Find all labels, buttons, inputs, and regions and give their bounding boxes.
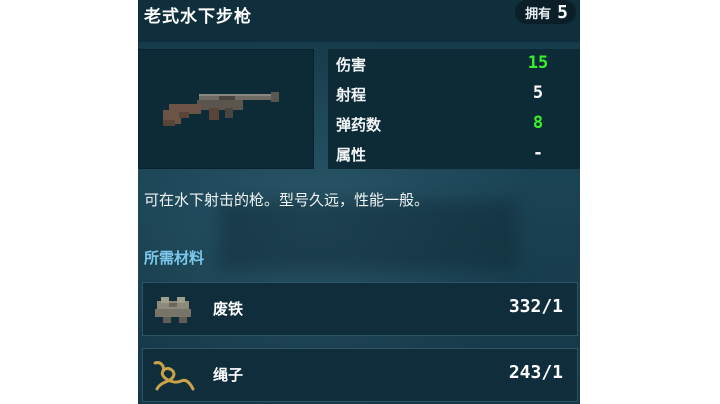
weapon-preview bbox=[138, 49, 314, 169]
owned-badge: 拥有 5 bbox=[515, 0, 576, 24]
material-name: 废铁 bbox=[213, 300, 244, 318]
stat-value: - bbox=[532, 143, 544, 163]
stat-label: 伤害 bbox=[336, 56, 367, 74]
stat-row-range: 射程 5 bbox=[328, 79, 580, 109]
stat-row-ammo: 弹药数 8 bbox=[328, 109, 580, 139]
material-name: 绳子 bbox=[213, 366, 244, 384]
material-row-scrap-iron[interactable]: 废铁 332/1 bbox=[142, 282, 578, 336]
stat-value: 15 bbox=[527, 53, 549, 73]
stats-table: 伤害 15 射程 5 弹药数 8 属性 - bbox=[328, 49, 580, 169]
owned-count: 5 bbox=[557, 1, 568, 23]
item-description: 可在水下射击的枪。型号久远，性能一般。 bbox=[144, 191, 430, 209]
material-count: 332/1 bbox=[508, 296, 563, 317]
owned-label: 拥有 bbox=[525, 6, 552, 22]
rifle-icon bbox=[163, 92, 279, 126]
stat-row-damage: 伤害 15 bbox=[328, 49, 580, 79]
materials-heading: 所需材料 bbox=[144, 249, 205, 267]
stat-value: 8 bbox=[532, 113, 544, 133]
stat-value: 5 bbox=[532, 83, 544, 103]
material-row-rope[interactable]: 绳子 243/1 bbox=[142, 348, 578, 402]
stat-row-attribute: 属性 - bbox=[328, 139, 580, 169]
rope-icon bbox=[153, 361, 195, 391]
stat-label: 弹药数 bbox=[336, 116, 382, 134]
stat-label: 射程 bbox=[336, 86, 367, 104]
scrap-iron-icon bbox=[155, 297, 191, 323]
item-title: 老式水下步枪 bbox=[144, 7, 252, 27]
stat-label: 属性 bbox=[336, 146, 367, 164]
item-header: 老式水下步枪 拥有 5 bbox=[138, 0, 580, 42]
material-count: 243/1 bbox=[508, 362, 563, 383]
item-detail-panel: 老式水下步枪 拥有 5 伤害 15 射程 5 弹药数 8 属性 - 可在水下射击… bbox=[138, 0, 580, 404]
